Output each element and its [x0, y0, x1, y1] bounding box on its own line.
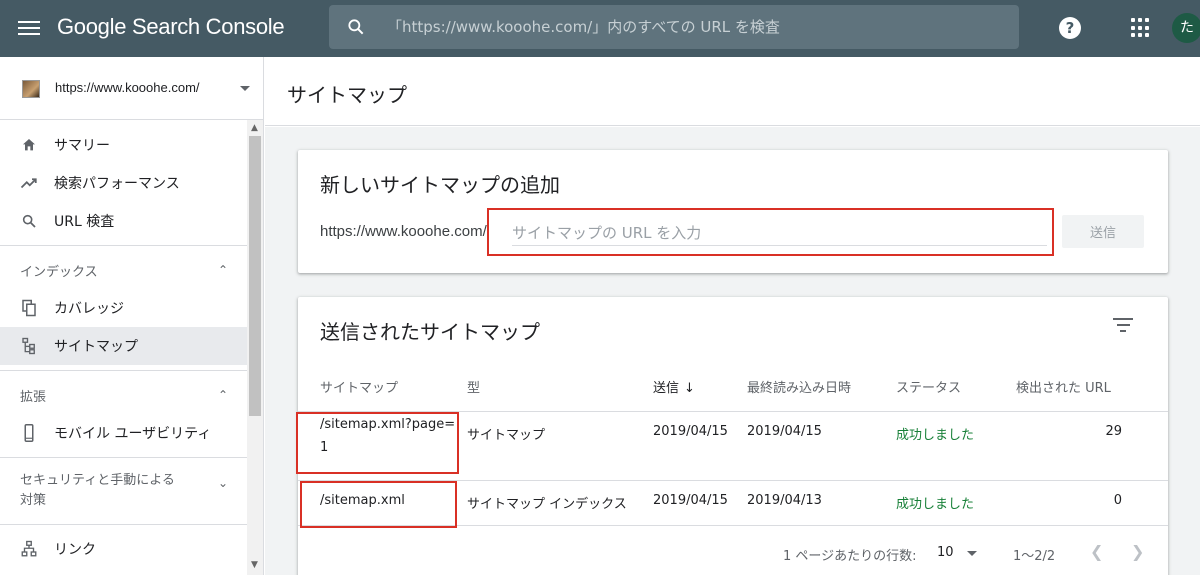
- link-tree-icon: [20, 540, 38, 558]
- url-inspect-search: [329, 5, 1019, 49]
- page-header: サイトマップ: [265, 57, 1200, 126]
- discovered-urls: 0: [1016, 480, 1168, 526]
- discovered-urls: 29: [1016, 411, 1168, 481]
- avatar[interactable]: た: [1172, 13, 1200, 43]
- sidebar-item-summary[interactable]: サマリー: [0, 126, 247, 164]
- table-pagination: 1 ページあたりの行数: 10 1〜2/2 ❮ ❯: [298, 537, 1168, 571]
- sidebar-nav: サマリー 検索パフォーマンス URL 検査 インデックス ⌃ カバレッジ サイト…: [0, 120, 247, 568]
- page-range: 1〜2/2: [1013, 549, 1056, 564]
- sidebar-item-label: URL 検査: [54, 214, 115, 230]
- rows-per-page-label: 1 ページあたりの行数:: [783, 549, 917, 564]
- table-row[interactable]: /sitemap.xml?page= 1 サイトマップ 2019/04/15 20…: [298, 411, 1168, 481]
- smartphone-icon: [20, 424, 38, 442]
- section-security[interactable]: セキュリティと手動による 対策 ⌄: [0, 463, 247, 519]
- chevron-right-icon[interactable]: ❯: [1131, 542, 1144, 561]
- sidebar-item-performance[interactable]: 検索パフォーマンス: [0, 164, 247, 202]
- sidebar-item-coverage[interactable]: カバレッジ: [0, 289, 247, 327]
- sidebar-item-label: サイトマップ: [54, 339, 138, 355]
- divider: [0, 245, 247, 246]
- sidebar: https://www.kooohe.com/ サマリー 検索パフォーマンス U…: [0, 57, 264, 575]
- sidebar-item-mobile-usability[interactable]: モバイル ユーザビリティ: [0, 414, 247, 452]
- section-enhancements[interactable]: 拡張 ⌃: [0, 376, 247, 414]
- sitemap-icon: [20, 337, 38, 355]
- sidebar-item-label: カバレッジ: [54, 301, 124, 317]
- section-label: セキュリティと手動による 対策: [20, 473, 175, 508]
- sidebar-item-label: 検索パフォーマンス: [54, 176, 180, 192]
- sitemap-path: /sitemap.xml: [298, 480, 467, 526]
- dropdown-caret-icon[interactable]: [967, 551, 977, 556]
- submitted-date: 2019/04/15: [653, 480, 747, 526]
- section-label: 拡張: [20, 389, 47, 405]
- status-text: 成功しました: [896, 411, 1016, 481]
- scroll-down-icon[interactable]: ▼: [251, 560, 258, 570]
- menu-icon[interactable]: [18, 17, 40, 39]
- sitemaps-table: サイトマップ 型 送信 ↓ 最終読み込み日時 ステータス 検出された URL /s…: [298, 363, 1168, 526]
- page-title: サイトマップ: [287, 83, 407, 107]
- chevron-up-icon: ⌃: [218, 263, 229, 277]
- chevron-down-icon: ⌄: [218, 476, 229, 490]
- section-label: インデックス: [20, 264, 98, 280]
- status-text: 成功しました: [896, 480, 1016, 526]
- section-index[interactable]: インデックス ⌃: [0, 251, 247, 289]
- sidebar-item-sitemaps[interactable]: サイトマップ: [0, 327, 247, 365]
- search-icon[interactable]: [346, 17, 366, 37]
- sidebar-item-label: モバイル ユーザビリティ: [54, 426, 212, 442]
- copy-icon: [20, 299, 38, 317]
- dropdown-caret-icon: [240, 86, 250, 91]
- property-url: https://www.kooohe.com/: [55, 80, 200, 95]
- apps-grid-icon[interactable]: [1131, 18, 1151, 38]
- rows-per-page-select[interactable]: 10: [937, 545, 954, 560]
- home-icon: [20, 136, 38, 154]
- sidebar-item-label: サマリー: [54, 138, 110, 154]
- scroll-up-icon[interactable]: ▲: [251, 123, 258, 133]
- sidebar-scrollbar[interactable]: ▲ ▼: [247, 120, 263, 575]
- chevron-left-icon[interactable]: ❮: [1090, 542, 1103, 561]
- sidebar-item-label: リンク: [54, 542, 96, 558]
- chevron-up-icon: ⌃: [218, 388, 229, 402]
- sitemap-path: /sitemap.xml?page= 1: [298, 411, 467, 481]
- help-icon[interactable]: ?: [1059, 17, 1081, 39]
- sitemap-type: サイトマップ: [467, 411, 653, 481]
- column-header-status[interactable]: ステータス: [896, 363, 1016, 412]
- filter-icon[interactable]: [1113, 318, 1133, 334]
- scrollbar-thumb[interactable]: [249, 136, 261, 416]
- submitted-sitemaps-card: 送信されたサイトマップ サイトマップ 型 送信 ↓ 最終読み込み日時 ステータス …: [298, 297, 1168, 575]
- property-selector[interactable]: https://www.kooohe.com/: [0, 57, 263, 120]
- search-input[interactable]: [387, 5, 997, 49]
- column-header-submitted[interactable]: 送信 ↓: [653, 363, 747, 412]
- top-app-bar: Google Search Console ? た: [0, 0, 1200, 57]
- submitted-date: 2019/04/15: [653, 411, 747, 481]
- add-sitemap-title: 新しいサイトマップの追加: [320, 173, 560, 197]
- column-header-type[interactable]: 型: [467, 363, 653, 412]
- last-read-date: 2019/04/13: [747, 480, 896, 526]
- add-sitemap-card: 新しいサイトマップの追加 https://www.kooohe.com/ 送信: [298, 150, 1168, 273]
- column-header-sitemap[interactable]: サイトマップ: [298, 363, 467, 412]
- app-title[interactable]: Google Search Console: [57, 14, 285, 40]
- arrow-down-icon: ↓: [684, 381, 695, 397]
- sidebar-item-url-inspection[interactable]: URL 検査: [0, 202, 247, 240]
- divider: [0, 524, 247, 525]
- submit-button[interactable]: 送信: [1062, 215, 1144, 248]
- sitemap-type: サイトマップ インデックス: [467, 480, 653, 526]
- site-favicon: [22, 80, 40, 98]
- trending-up-icon: [20, 174, 38, 192]
- search-icon: [20, 212, 38, 230]
- sitemap-url-input[interactable]: [512, 220, 1047, 246]
- divider: [0, 370, 247, 371]
- last-read-date: 2019/04/15: [747, 411, 896, 481]
- table-row[interactable]: /sitemap.xml サイトマップ インデックス 2019/04/15 20…: [298, 480, 1168, 526]
- table-header-row: サイトマップ 型 送信 ↓ 最終読み込み日時 ステータス 検出された URL: [298, 363, 1168, 412]
- site-url-prefix: https://www.kooohe.com/: [320, 223, 487, 240]
- submitted-sitemaps-title: 送信されたサイトマップ: [320, 320, 540, 344]
- column-header-last-read[interactable]: 最終読み込み日時: [747, 363, 896, 412]
- column-header-discovered-urls[interactable]: 検出された URL: [1016, 363, 1168, 412]
- sidebar-item-links[interactable]: リンク: [0, 530, 247, 568]
- divider: [0, 457, 247, 458]
